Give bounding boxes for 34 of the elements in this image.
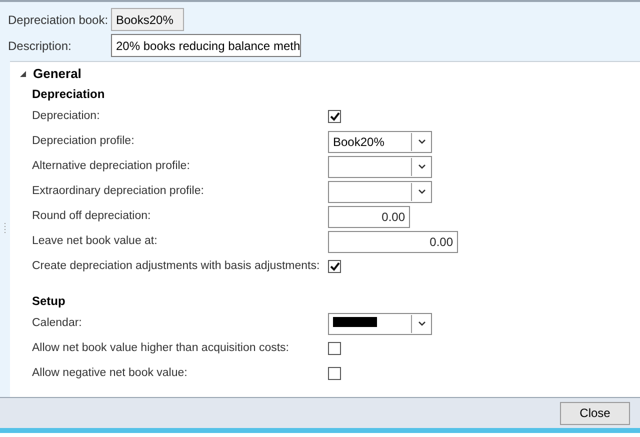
checkbox[interactable] (328, 367, 341, 380)
close-button[interactable]: Close (560, 402, 630, 424)
chevron-down-icon (418, 139, 426, 144)
section-title: Depreciation (32, 86, 106, 103)
field-label: Calendar: (32, 316, 83, 331)
chevron-down-icon (418, 189, 426, 194)
field-label: Leave net book value at: (32, 234, 158, 249)
checkmark-icon (330, 262, 340, 271)
group-header[interactable]: General (20, 65, 82, 83)
field-label: Description: (8, 38, 72, 54)
checkbox[interactable] (328, 260, 341, 273)
dropdown-field[interactable] (328, 156, 432, 178)
field-label: Depreciation profile: (32, 134, 136, 149)
field-label: Depreciation book: (8, 12, 110, 28)
collapse-triangle-icon (20, 71, 26, 77)
field-label: Alternative depreciation profile: (32, 158, 191, 174)
field-label: Allow net book value higher than acquisition costs: (32, 340, 290, 356)
field-label: Round off depreciation: (32, 208, 152, 224)
checkbox[interactable] (328, 110, 341, 123)
chevron-down-icon (418, 321, 426, 326)
field-label: Create depreciation adjustments with basis adjustments: (32, 258, 321, 274)
field-label: Depreciation: (32, 108, 101, 124)
field-label: Allow negative net book value: (32, 366, 188, 381)
chevron-down-icon (418, 164, 426, 169)
section-title: Setup (32, 293, 66, 310)
dropdown-field[interactable] (328, 312, 432, 334)
number-field[interactable]: 0.00 (328, 206, 410, 228)
dropdown-field[interactable] (328, 180, 432, 202)
dropdown-field[interactable]: Book20% (328, 130, 432, 152)
text-field[interactable]: 20% books reducing balance meth (111, 34, 301, 57)
checkbox[interactable] (328, 342, 341, 355)
number-field[interactable]: 0.00 (328, 230, 458, 252)
checkmark-icon (330, 112, 340, 121)
field-label: Extraordinary depreciation profile: (32, 184, 205, 199)
